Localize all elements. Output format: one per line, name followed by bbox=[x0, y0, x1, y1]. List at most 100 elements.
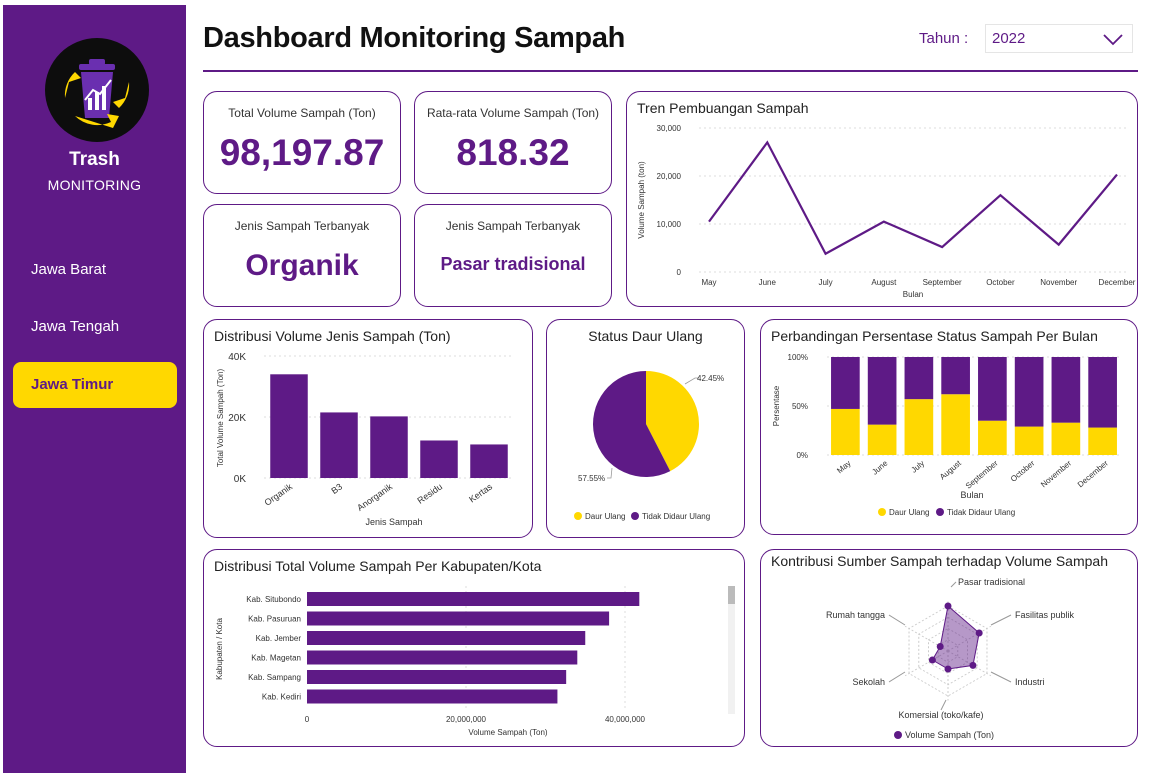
radar-label-leader bbox=[940, 699, 947, 711]
stack-x-tick-label: June bbox=[870, 458, 889, 476]
type-x-tick-label: Organik bbox=[263, 481, 295, 508]
hbar-y-tick-label: Kab. Pasuruan bbox=[248, 615, 301, 624]
stack-x-tick-label: December bbox=[1076, 458, 1110, 489]
radar-category-label: Pasar tradisional bbox=[958, 577, 1025, 587]
stack-bar-daur-ulang-october bbox=[1014, 426, 1044, 455]
pie-legend-label: Tidak Didaur Ulang bbox=[642, 512, 710, 521]
radar-point-komersial-toko-kafe bbox=[944, 665, 952, 673]
stack-y-tick-label: 0% bbox=[796, 451, 808, 460]
trend-y-axis-label: Volume Sampah (ton) bbox=[637, 161, 646, 239]
hbar-x-tick-label: 20,000,000 bbox=[446, 715, 487, 724]
radar-category-label: Sekolah bbox=[852, 677, 885, 687]
radar-label-leader bbox=[888, 614, 906, 626]
kpi-top-source-card: Jenis Sampah Terbanyak Pasar tradisional bbox=[414, 204, 612, 307]
header-divider bbox=[203, 70, 1138, 72]
hbar-scrollbar[interactable] bbox=[728, 586, 735, 714]
stack-x-tick-label: October bbox=[1009, 458, 1037, 483]
nav-item-jawa-tengah[interactable]: Jawa Tengah bbox=[13, 304, 177, 350]
nav-item-jawa-timur[interactable]: Jawa Timur bbox=[13, 362, 177, 408]
trend-y-tick-label: 10,000 bbox=[657, 220, 682, 229]
trend-x-tick-label: May bbox=[701, 278, 716, 287]
stack-bar-daur-ulang-july bbox=[904, 399, 934, 455]
kpi-top-type-label: Jenis Sampah Terbanyak bbox=[234, 219, 370, 233]
stack-y-tick-label: 50% bbox=[792, 402, 808, 411]
stack-bar-tidak-didaur-ulang-october bbox=[1014, 357, 1044, 427]
radar-category-label: Komersial (toko/kafe) bbox=[898, 710, 983, 720]
page-title: Dashboard Monitoring Sampah bbox=[203, 22, 626, 54]
type-dist-chart: 0K 20K 40K Organik B3 Anorganik Residu Kertas Je… bbox=[216, 352, 514, 527]
trend-y-tick-label: 30,000 bbox=[657, 124, 682, 133]
stack-legend-label: Tidak Didaur Ulang bbox=[947, 508, 1015, 517]
trend-x-tick-label: August bbox=[871, 278, 897, 287]
source-radar-card: Kontribusi Sumber Sampah terhadap Volume… bbox=[760, 549, 1138, 747]
radar-series-area bbox=[931, 605, 980, 670]
type-y-tick-label: 0K bbox=[234, 474, 247, 485]
trend-chart: 0 10,000 20,000 30,000 May June July August Sept… bbox=[637, 124, 1136, 299]
hbar-bar-kab-sampang bbox=[307, 670, 567, 684]
kpi-top-source-label: Jenis Sampah Terbanyak bbox=[445, 219, 581, 233]
stack-x-axis-label: Bulan bbox=[960, 490, 983, 500]
type-y-tick-label: 20K bbox=[228, 413, 246, 424]
pie-leader-line bbox=[607, 467, 613, 479]
chevron-down-icon bbox=[1103, 34, 1123, 46]
nav-item-jawa-barat[interactable]: Jawa Barat bbox=[13, 247, 177, 293]
hbar-y-tick-label: Kab. Situbondo bbox=[246, 595, 301, 604]
type-bar-residu bbox=[420, 440, 458, 478]
hbar-y-tick-label: Kab. Kediri bbox=[262, 693, 301, 702]
stack-bar-tidak-didaur-ulang-july bbox=[904, 357, 934, 400]
status-pct-card: Perbandingan Persentase Status Sampah Pe… bbox=[760, 319, 1138, 535]
kpi-avg-volume-card: Rata-rata Volume Sampah (Ton) 818.32 bbox=[414, 91, 612, 194]
pie-data-label: 57.55% bbox=[578, 474, 605, 483]
kpi-top-type-card: Jenis Sampah Terbanyak Organik bbox=[203, 204, 401, 307]
type-dist-card: Distribusi Volume Jenis Sampah (Ton) 0K 2… bbox=[203, 319, 533, 538]
recycle-status-chart: 42.45% 57.55% Daur Ulang Tidak Didaur Ulang bbox=[574, 371, 724, 521]
radar-label-leader bbox=[990, 614, 1012, 626]
stack-x-tick-label: July bbox=[909, 459, 926, 475]
type-bar-kertas bbox=[470, 444, 508, 478]
radar-point-fasilitas-publik bbox=[975, 629, 983, 637]
source-radar-chart: Pasar tradisional Fasilitas publik Industr… bbox=[826, 577, 1075, 740]
kpi-top-type-value: Organik bbox=[245, 249, 359, 282]
kpi-top-source-value: Pasar tradisional bbox=[440, 254, 586, 274]
hbar-x-axis-label: Volume Sampah (Ton) bbox=[468, 728, 547, 737]
pie-legend-label: Daur Ulang bbox=[585, 512, 625, 521]
year-label: Tahun : bbox=[919, 30, 969, 47]
kpi-avg-volume-label: Rata-rata Volume Sampah (Ton) bbox=[426, 106, 600, 120]
radar-category-label: Industri bbox=[1015, 677, 1045, 687]
hbar-bar-kab-situbondo bbox=[307, 592, 640, 606]
stack-bar-daur-ulang-november bbox=[1051, 422, 1081, 455]
kpi-total-volume-value: 98,197.87 bbox=[219, 132, 385, 173]
radar-point-rumah-tangga bbox=[936, 643, 944, 650]
stack-bar-tidak-didaur-ulang-august bbox=[941, 357, 970, 395]
stack-bar-daur-ulang-may bbox=[831, 408, 860, 455]
type-bar-organik bbox=[270, 374, 308, 478]
type-x-tick-label: Anorganik bbox=[355, 481, 394, 513]
year-dropdown[interactable]: 2022 bbox=[985, 24, 1133, 53]
radar-label-leader bbox=[888, 671, 906, 683]
trend-x-axis-label: Bulan bbox=[903, 290, 923, 299]
pie-legend-marker bbox=[574, 512, 582, 520]
hbar-bar-kab-jember bbox=[307, 631, 586, 645]
kab-dist-chart: 0 20,000,000 40,000,000 Kab. Situbondo Kab. … bbox=[215, 586, 735, 737]
stack-y-tick-label: 100% bbox=[788, 353, 808, 362]
hbar-bar-kab-kediri bbox=[307, 689, 558, 704]
trend-y-tick-label: 20,000 bbox=[657, 172, 682, 181]
stack-x-tick-label: August bbox=[938, 458, 963, 481]
pie-data-label: 42.45% bbox=[697, 374, 724, 383]
type-bar-anorganik bbox=[370, 416, 408, 478]
stack-bar-tidak-didaur-ulang-september bbox=[978, 357, 1007, 421]
hbar-scrollbar-thumb[interactable] bbox=[728, 586, 735, 604]
pie-legend-marker bbox=[631, 512, 639, 520]
stack-bar-tidak-didaur-ulang-december bbox=[1088, 357, 1117, 428]
hbar-y-tick-label: Kab. Sampang bbox=[248, 673, 301, 682]
stack-x-tick-label: September bbox=[964, 458, 1000, 490]
stack-bar-daur-ulang-june bbox=[867, 424, 897, 455]
trend-x-tick-label: June bbox=[759, 278, 777, 287]
stack-bar-daur-ulang-december bbox=[1088, 427, 1117, 455]
trend-x-tick-label: July bbox=[818, 278, 832, 287]
stack-bar-daur-ulang-september bbox=[978, 420, 1007, 455]
hbar-y-tick-label: Kab. Magetan bbox=[251, 654, 301, 663]
radar-point-pasar-tradisional bbox=[944, 602, 952, 610]
type-x-tick-label: Kertas bbox=[467, 481, 494, 504]
hbar-bar-kab-magetan bbox=[307, 650, 578, 665]
